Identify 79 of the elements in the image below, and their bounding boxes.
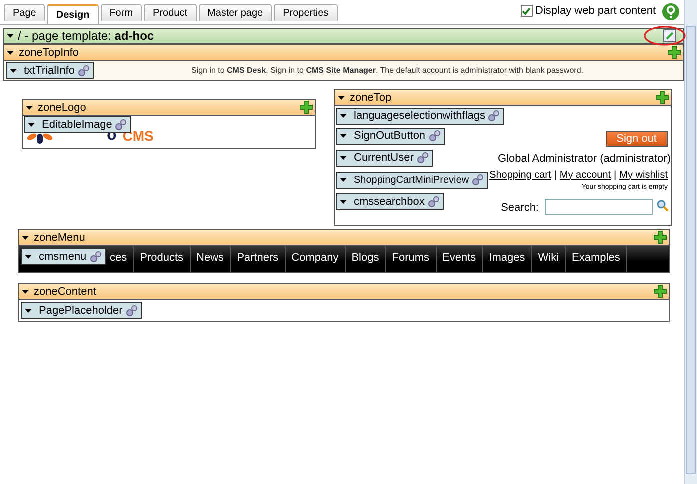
zone-name: zoneTop [350, 92, 392, 104]
search-field[interactable] [545, 199, 653, 215]
checkbox[interactable] [520, 5, 533, 17]
menu-item[interactable]: Events [436, 246, 484, 272]
caret-icon[interactable] [22, 236, 29, 240]
caret-icon[interactable] [10, 68, 17, 72]
add-icon[interactable] [654, 231, 667, 244]
tab[interactable]: Properties [274, 4, 338, 21]
zone-name: zoneTopInfo [19, 46, 79, 58]
webpart-handle[interactable]: EditableImage [24, 116, 132, 133]
scrollbar-thumb[interactable] [686, 26, 696, 474]
caret-icon[interactable] [25, 308, 32, 312]
menu-item[interactable]: Products [134, 246, 191, 272]
webpart-handle[interactable]: cmssearchbox [336, 193, 444, 210]
webpart-handle[interactable]: PagePlaceholder [21, 302, 142, 319]
search-icon[interactable] [657, 200, 669, 212]
tab[interactable]: Design [47, 4, 99, 24]
menu-item[interactable]: Partners [231, 246, 286, 272]
logo-icon [27, 133, 53, 144]
caret-icon[interactable] [7, 50, 14, 54]
checkbox-label: Display web part content [536, 5, 656, 17]
menu-item[interactable]: Blogs [346, 246, 386, 272]
webpart-handle[interactable]: ShoppingCartMiniPreview [336, 172, 488, 188]
properties-icon[interactable] [90, 250, 102, 262]
add-icon[interactable] [654, 285, 667, 298]
menu-item[interactable]: Wiki [532, 246, 566, 272]
caret-icon[interactable] [338, 96, 345, 100]
edit-icon[interactable] [663, 29, 677, 43]
webpart-handle[interactable]: languageselectionwithflags [336, 108, 504, 124]
caret-icon[interactable] [340, 134, 347, 138]
caret-icon[interactable] [28, 122, 35, 126]
properties-icon[interactable] [428, 130, 441, 142]
menu-item[interactable]: Company [286, 246, 346, 272]
scrollbar[interactable] [684, 0, 697, 484]
caret-icon[interactable] [25, 254, 32, 258]
menu-item[interactable]: ces [107, 246, 134, 272]
webpart-handle[interactable]: cmsmenu [21, 248, 106, 265]
zone-name: zoneContent [34, 286, 96, 298]
link[interactable]: My account [560, 170, 612, 180]
add-icon[interactable] [656, 91, 669, 104]
properties-icon[interactable] [488, 110, 500, 122]
caret-icon[interactable] [340, 156, 347, 160]
caret-icon[interactable] [22, 290, 29, 294]
webpart-handle[interactable]: txtTrialInfo [6, 62, 94, 79]
search-label: Search: [501, 202, 539, 214]
caret-icon[interactable] [340, 178, 347, 182]
separator: | [554, 170, 557, 180]
template-title: / - page template: ad-hoc [18, 29, 154, 43]
menu-item[interactable]: Examples [566, 246, 628, 272]
tab[interactable]: Page [4, 4, 46, 21]
user-name: Global Administrator (administrator) [498, 153, 671, 165]
link[interactable]: My wishlist [620, 170, 668, 180]
add-icon[interactable] [668, 46, 681, 59]
tab[interactable]: Form [100, 4, 142, 21]
add-icon[interactable] [300, 101, 313, 114]
menu-item[interactable]: News [190, 246, 232, 272]
zone-name: zoneLogo [38, 102, 86, 114]
caret-icon[interactable] [7, 34, 14, 38]
menu-item[interactable]: Forums [386, 246, 437, 272]
properties-icon[interactable] [78, 64, 90, 76]
help-icon[interactable] [662, 3, 680, 21]
caret-icon[interactable] [340, 200, 347, 204]
menu-item[interactable]: Images [483, 246, 532, 272]
tab[interactable]: Product [144, 4, 197, 21]
webpart-handle[interactable]: SignOutButton [336, 128, 445, 144]
properties-icon[interactable] [126, 304, 138, 316]
properties-icon[interactable] [416, 152, 429, 164]
zone-name: zoneMenu [34, 232, 86, 244]
link[interactable]: Shopping cart [490, 170, 552, 180]
properties-icon[interactable] [428, 196, 440, 208]
separator: | [614, 170, 617, 180]
caret-icon[interactable] [26, 106, 33, 110]
properties-icon[interactable] [472, 174, 484, 186]
highlight-ellipse [643, 25, 687, 47]
tab[interactable]: Master page [198, 4, 272, 21]
webpart-handle[interactable]: CurrentUser [336, 150, 433, 166]
properties-icon[interactable] [115, 118, 128, 130]
caret-icon[interactable] [340, 114, 347, 118]
sign-in-message: Sign in to CMS Desk. Sign in to CMS Site Manager. The default account is administrator with blank password. [190, 66, 584, 75]
